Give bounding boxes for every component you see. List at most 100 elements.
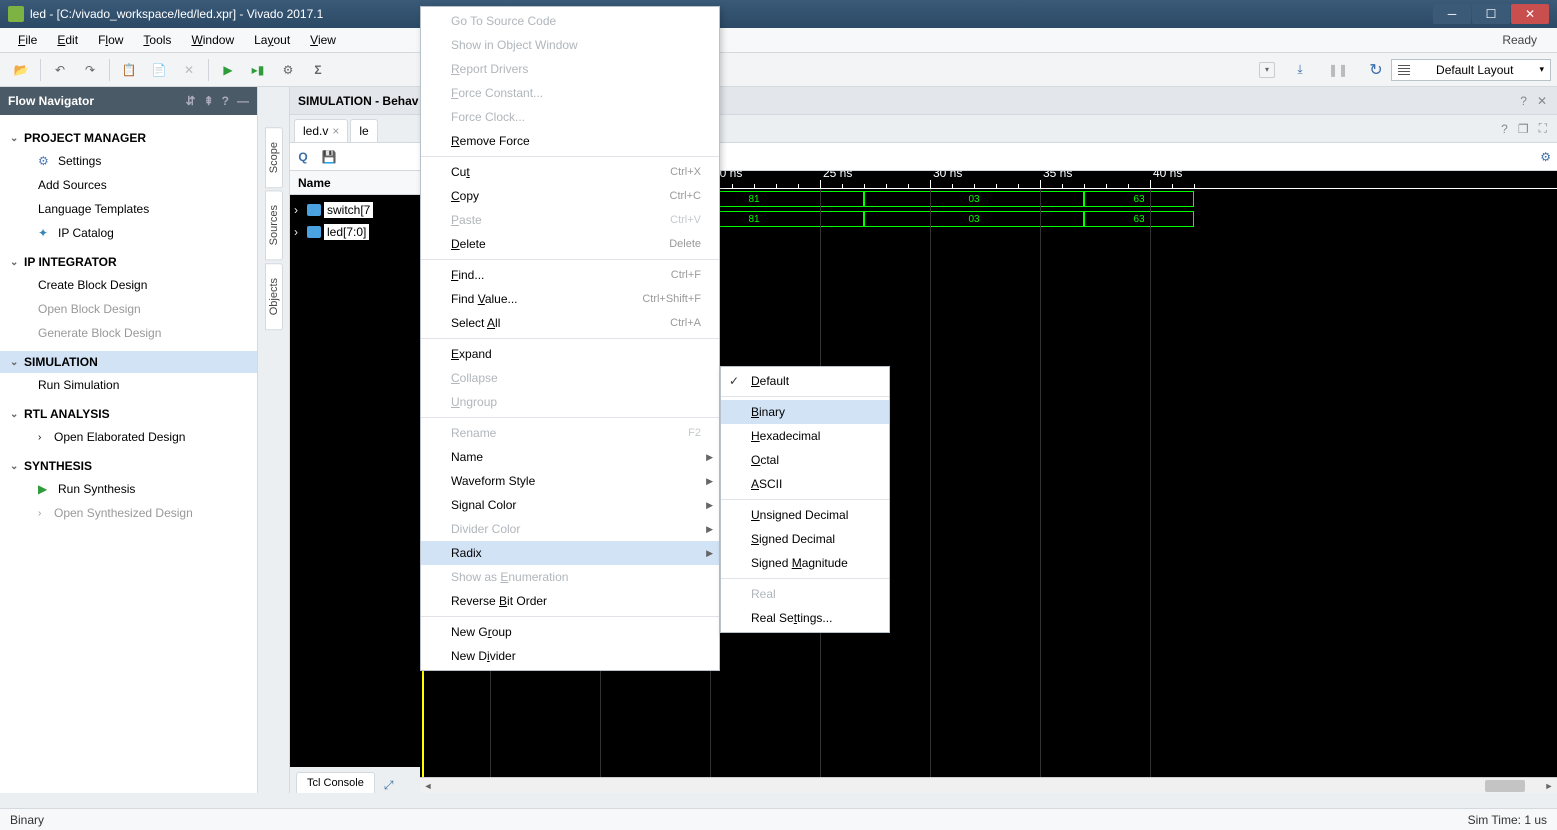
radix-hexadecimal[interactable]: Hexadecimal [721,424,889,448]
nav-open-elaborated[interactable]: ›Open Elaborated Design [10,425,257,449]
ctx-ungroup[interactable]: Ungroup [421,390,719,414]
ctx-paste[interactable]: PasteCtrl+V [421,208,719,232]
ctx-force-constant[interactable]: Force Constant... [421,81,719,105]
delete-icon[interactable]: ✕ [176,57,202,83]
ctx-collapse[interactable]: Collapse [421,366,719,390]
nav-settings[interactable]: ⚙Settings [10,149,257,173]
ctx-expand[interactable]: Expand [421,342,719,366]
maximize-button[interactable]: ☐ [1472,4,1510,24]
section-project-manager[interactable]: ⌄PROJECT MANAGER [10,127,257,149]
nav-run-simulation[interactable]: Run Simulation [10,373,257,397]
radix-ascii[interactable]: ASCII [721,472,889,496]
section-ip-integrator[interactable]: ⌄IP INTEGRATOR [10,251,257,273]
close-button[interactable]: ✕ [1511,4,1549,24]
radix-unsigned-decimal[interactable]: Unsigned Decimal [721,503,889,527]
ctx-report-drivers[interactable]: Report Drivers [421,57,719,81]
scroll-right-icon[interactable]: ► [1541,781,1557,791]
settings-icon[interactable]: ⚙ [275,57,301,83]
nav-language-templates[interactable]: Language Templates [10,197,257,221]
nav-add-sources[interactable]: Add Sources [10,173,257,197]
menu-tools[interactable]: Tools [133,29,181,51]
radix-default[interactable]: ✓Default [721,369,889,393]
nav-control-icon[interactable]: ⇞ [204,94,214,108]
nav-open-synthesized[interactable]: ›Open Synthesized Design [10,501,257,525]
tab-objects[interactable]: Objects [265,263,283,330]
close-tab-icon[interactable]: × [332,124,339,138]
help-icon[interactable]: ? [222,94,229,108]
reload-icon[interactable]: ↻ [1363,57,1389,83]
radix-signed-decimal[interactable]: Signed Decimal [721,527,889,551]
ctx-select-all[interactable]: Select AllCtrl+A [421,311,719,335]
menu-file[interactable]: File [8,29,47,51]
nav-open-block-design[interactable]: Open Block Design [10,297,257,321]
tab-scope[interactable]: Scope [265,127,283,188]
ctx-remove-force[interactable]: Remove Force [421,129,719,153]
signal-row[interactable]: ›switch[7 [290,199,420,221]
save-icon[interactable]: 💾 [320,148,338,166]
ctx-waveform-style[interactable]: Waveform Style▶ [421,469,719,493]
paste-icon[interactable]: 📄 [146,57,172,83]
ctx-divider-color[interactable]: Divider Color▶ [421,517,719,541]
menu-layout[interactable]: Layout [244,29,300,51]
menu-view[interactable]: View [300,29,346,51]
radix-real[interactable]: Real [721,582,889,606]
search-icon[interactable]: Q [294,148,312,166]
radix-signed-magnitude[interactable]: Signed Magnitude [721,551,889,575]
nav-ip-catalog[interactable]: ✦IP Catalog [10,221,257,245]
section-simulation[interactable]: ⌄SIMULATION [0,351,257,373]
radix-real-settings[interactable]: Real Settings... [721,606,889,630]
tab-led-v[interactable]: led.v× [294,119,348,142]
section-rtl-analysis[interactable]: ⌄RTL ANALYSIS [10,403,257,425]
open-icon[interactable]: 📂 [8,57,34,83]
signal-row[interactable]: ›led[7:0] [290,221,420,243]
tab-le[interactable]: le [350,119,377,142]
help-icon[interactable]: ? [1520,94,1527,108]
pause-icon[interactable]: ❚❚ [1325,57,1351,83]
restore-icon[interactable]: ❐ [1518,122,1529,136]
ctx-signal-color[interactable]: Signal Color▶ [421,493,719,517]
nav-create-block-design[interactable]: Create Block Design [10,273,257,297]
nav-control-icon[interactable]: ⇵ [186,94,196,108]
tab-sources[interactable]: Sources [265,190,283,260]
sigma-icon[interactable]: Σ [305,57,331,83]
ctx-new-group[interactable]: New Group [421,620,719,644]
gear-icon[interactable]: ⚙ [1540,150,1551,164]
maximize-icon[interactable]: ⛶ [1539,121,1547,136]
tcl-tool-icon[interactable]: ⤢ [384,778,394,793]
run-icon[interactable]: ▶ [215,57,241,83]
tab-tcl-console[interactable]: Tcl Console [296,772,375,793]
scrollbar-thumb[interactable] [1485,780,1525,792]
minimize-panel-icon[interactable]: — [237,94,249,108]
ctx-find-value[interactable]: Find Value...Ctrl+Shift+F [421,287,719,311]
layout-combo[interactable]: Default Layout ▾ [1391,59,1551,81]
ctx-show-object[interactable]: Show in Object Window [421,33,719,57]
nav-generate-block-design[interactable]: Generate Block Design [10,321,257,345]
ctx-cut[interactable]: CutCtrl+X [421,160,719,184]
ctx-goto-source[interactable]: Go To Source Code [421,9,719,33]
menu-edit[interactable]: Edit [47,29,88,51]
ctx-force-clock[interactable]: Force Clock... [421,105,719,129]
undo-icon[interactable]: ↶ [47,57,73,83]
expand-icon[interactable]: › [294,203,304,217]
ctx-radix[interactable]: Radix▶ [421,541,719,565]
menu-window[interactable]: Window [181,29,244,51]
radix-octal[interactable]: Octal [721,448,889,472]
down-to-line-icon[interactable]: ⤓ [1287,57,1313,83]
menu-flow[interactable]: Flow [88,29,133,51]
step-icon[interactable]: ▸▮ [245,57,271,83]
ctx-reverse-bit-order[interactable]: Reverse Bit Order [421,589,719,613]
minimize-button[interactable]: ─ [1433,4,1471,24]
copy-icon[interactable]: 📋 [116,57,142,83]
expand-icon[interactable]: › [294,225,304,239]
ctx-copy[interactable]: CopyCtrl+C [421,184,719,208]
close-panel-icon[interactable]: ✕ [1537,94,1547,108]
scroll-left-icon[interactable]: ◄ [420,781,436,791]
ctx-rename[interactable]: RenameF2 [421,421,719,445]
radix-binary[interactable]: Binary [721,400,889,424]
section-synthesis[interactable]: ⌄SYNTHESIS [10,455,257,477]
ctx-find[interactable]: Find...Ctrl+F [421,263,719,287]
ctx-name[interactable]: Name▶ [421,445,719,469]
ctx-show-enum[interactable]: Show as Enumeration [421,565,719,589]
nav-run-synthesis[interactable]: ▶Run Synthesis [10,477,257,501]
horizontal-scrollbar[interactable]: ◄ ► [420,777,1557,793]
